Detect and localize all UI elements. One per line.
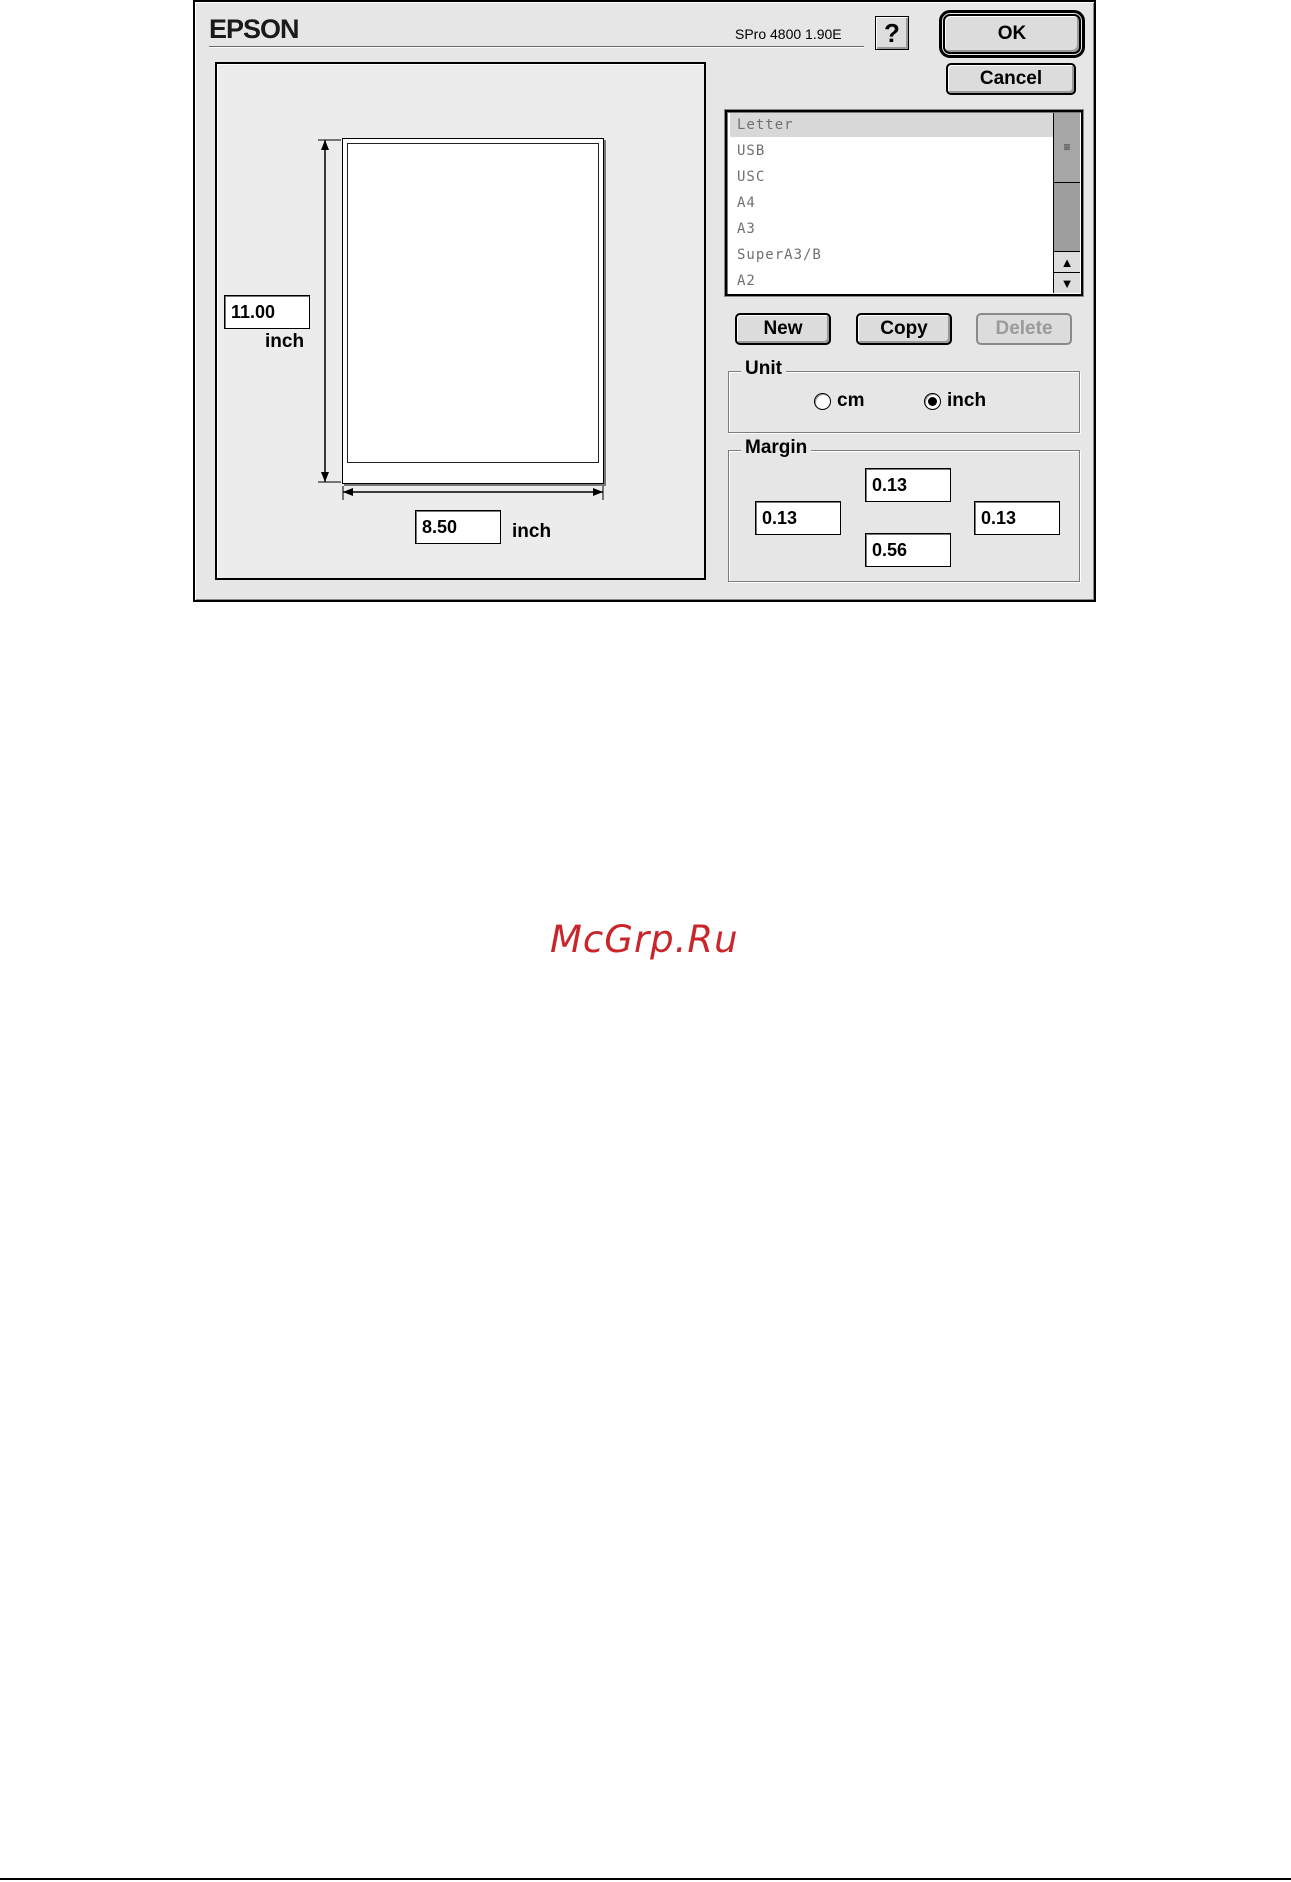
list-item[interactable]: A4 (730, 191, 1056, 215)
scroll-up-arrow-icon[interactable]: ▲ (1054, 251, 1080, 272)
header-divider (209, 46, 864, 48)
radio-checked-icon (924, 392, 941, 410)
help-button[interactable]: ? (875, 16, 909, 50)
paper-preview-panel: 11.00 inch 8.50 inch (215, 62, 706, 580)
ok-button[interactable]: OK (939, 10, 1085, 58)
cancel-button[interactable]: Cancel (946, 63, 1076, 95)
radio-unchecked-icon (814, 392, 831, 410)
paper-size-dialog: EPSON SPro 4800 1.90E ? OK Cancel 11.00 … (193, 0, 1096, 602)
scroll-thumb[interactable]: ≡ (1054, 113, 1080, 183)
list-item[interactable]: USC (730, 165, 1056, 189)
margin-bottom-field[interactable]: 0.56 (865, 533, 951, 567)
paper-height-field[interactable]: 11.00 (224, 295, 310, 329)
delete-button[interactable]: Delete (976, 313, 1072, 345)
paper-width-unit-label: inch (512, 521, 552, 542)
paper-size-list[interactable]: Letter USB USC A4 A3 SuperA3/B A2 ≡ ▲ ▼ (725, 110, 1083, 296)
margin-left-field[interactable]: 0.13 (755, 501, 841, 535)
watermark-text: McGrp.Ru (550, 918, 739, 961)
margin-top-field[interactable]: 0.13 (865, 468, 951, 502)
page-bottom-rule (0, 1878, 1291, 1880)
scroll-down-arrow-icon[interactable]: ▼ (1054, 272, 1080, 293)
new-button[interactable]: New (735, 313, 831, 345)
epson-logo: EPSON (209, 14, 300, 44)
paper-width-field[interactable]: 8.50 (415, 510, 501, 544)
copy-button[interactable]: Copy (856, 313, 952, 345)
paper-height-unit-label: inch (265, 331, 305, 352)
list-item[interactable]: SuperA3/B (730, 243, 1056, 267)
margin-group-title: Margin (741, 437, 812, 459)
unit-group: Unit cm inch (728, 358, 1080, 433)
list-item[interactable]: A3 (730, 217, 1056, 241)
list-item[interactable]: A2 (730, 269, 1056, 293)
unit-inch-label: inch (947, 390, 987, 411)
unit-inch-radio[interactable]: inch (924, 390, 986, 412)
paper-preview (342, 138, 604, 484)
list-item[interactable]: USB (730, 139, 1056, 163)
margin-right-field[interactable]: 0.13 (974, 501, 1060, 535)
question-mark-icon: ? (884, 17, 900, 48)
margin-group: Margin 0.13 0.13 0.13 0.56 (728, 437, 1080, 582)
unit-cm-label: cm (837, 390, 865, 411)
unit-group-title: Unit (741, 358, 786, 380)
list-item[interactable]: Letter (730, 113, 1056, 137)
driver-version-label: SPro 4800 1.90E (735, 26, 842, 42)
unit-cm-radio[interactable]: cm (814, 390, 864, 412)
scroll-track[interactable] (1054, 183, 1080, 251)
list-scrollbar[interactable]: ≡ ▲ ▼ (1053, 113, 1080, 293)
printable-area (347, 143, 599, 463)
